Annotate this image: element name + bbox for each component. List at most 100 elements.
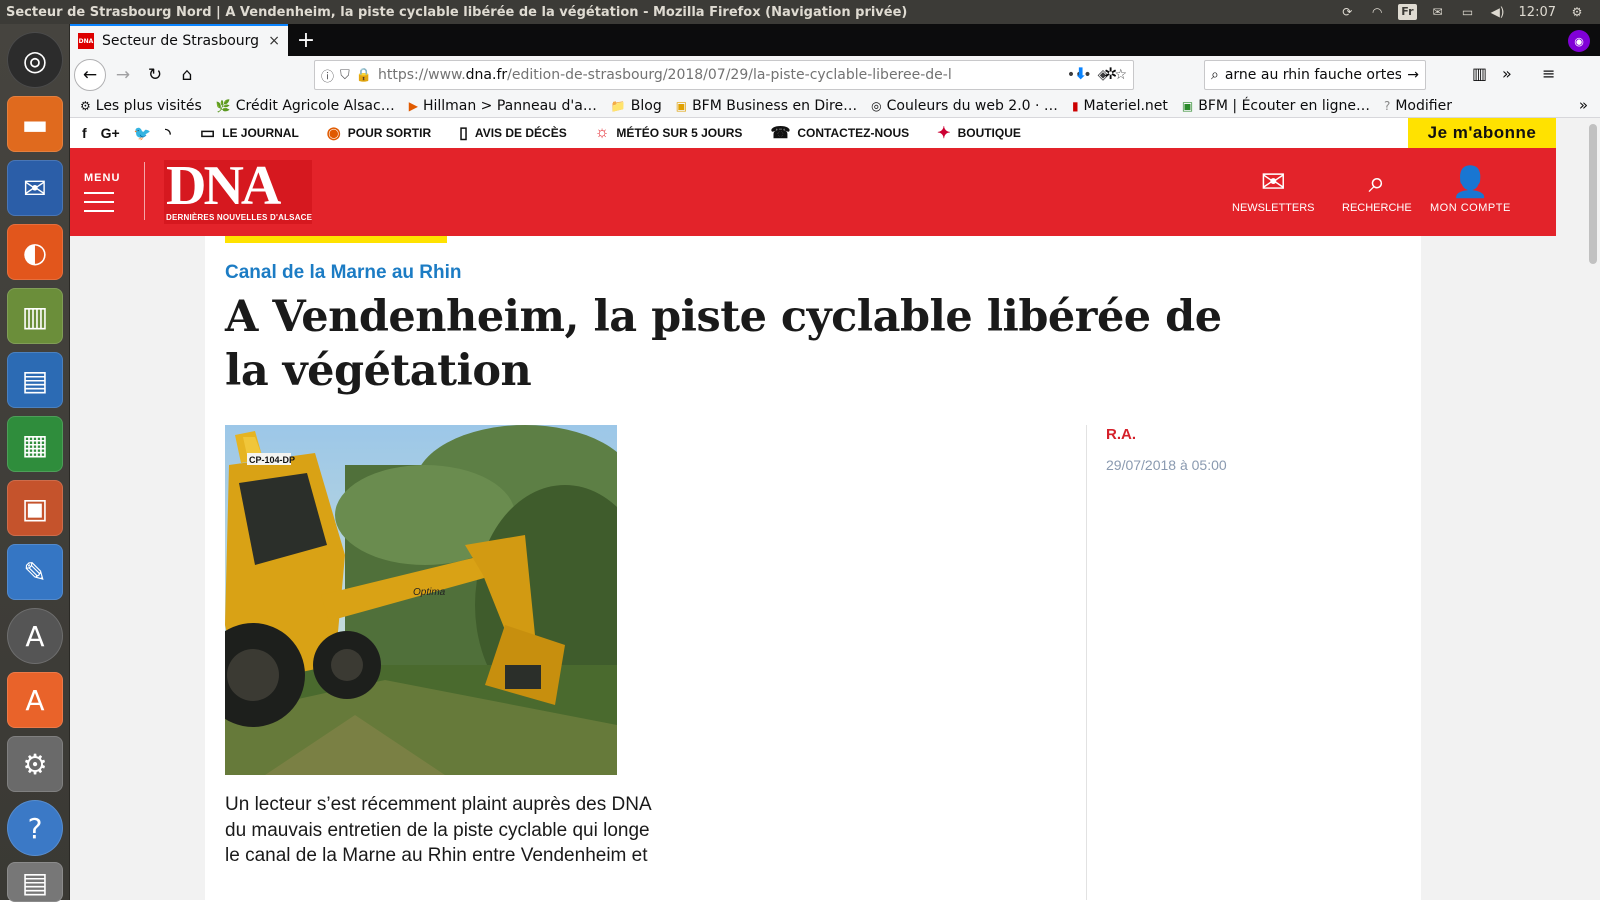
search-icon: ⌕ [1211, 67, 1219, 83]
search-input[interactable]: arne au rhin fauche ortes [1225, 67, 1401, 83]
dna-logo[interactable]: DNA DERNIÈRES NOUVELLES D'ALSACE [164, 155, 312, 224]
hamburger-icon [84, 192, 124, 212]
page-viewport: f G+ 🐦 ◝ ▭ LE JOURNAL ◉ POUR SORTIR ▯ AVIS … [70, 118, 1600, 900]
libreoffice-impress-icon[interactable]: ▣ [7, 480, 63, 536]
article-headline: A Vendenheim, la piste cyclable libérée … [225, 292, 1222, 396]
scrollbar-thumb[interactable] [1589, 124, 1597, 264]
bookmark-item[interactable]: ▶ Hillman > Panneau d'a… [409, 98, 597, 114]
url-bar[interactable]: ⓘ ⛉ 🔒 https://www.dna.fr/edition-de-stra… [314, 60, 1134, 90]
article-lead: Un lecteur s’est récemment plaint auprès… [225, 794, 651, 866]
question-icon: ? [1383, 98, 1391, 113]
util-link-contact[interactable]: ☎ CONTACTEZ-NOUS [770, 123, 909, 143]
facebook-icon[interactable]: f [82, 125, 87, 141]
shop-icon: ✦ [937, 125, 951, 142]
home-button[interactable]: ⌂ [172, 60, 202, 90]
menu-button[interactable]: MENU [84, 172, 124, 219]
lock-icon[interactable]: 🔒 [356, 68, 372, 83]
dna-favicon-icon: DNA [78, 33, 94, 49]
mower-tractor-illustration: CP-104-DP Optima [225, 425, 617, 775]
article-photo[interactable]: CP-104-DP Optima [225, 425, 617, 775]
page-scrollbar[interactable] [1586, 118, 1600, 900]
forward-button[interactable]: → [108, 60, 138, 90]
bookmark-item[interactable]: ⚙ Les plus visités [80, 98, 202, 114]
bookmark-item[interactable]: ? Modifier [1384, 98, 1452, 114]
wifi-icon[interactable]: ◠ [1368, 4, 1386, 20]
byline-divider [1086, 425, 1087, 900]
info-icon[interactable]: ⓘ [321, 66, 334, 85]
ubuntu-dash-icon[interactable]: ◎ [7, 32, 63, 88]
bookmark-item[interactable]: ▮ Materiel.net [1072, 98, 1168, 114]
help-icon[interactable]: ? [7, 800, 63, 856]
bookmark-item[interactable]: 🌿 Crédit Agricole Alsac… [216, 98, 395, 114]
bfm-radio-icon: ▣ [1181, 98, 1194, 113]
bookmarks-overflow-icon[interactable]: » [1579, 96, 1588, 114]
keyboard-layout-indicator[interactable]: Fr [1398, 4, 1417, 20]
menu-label: MENU [84, 172, 121, 184]
account-button[interactable]: 👤 MON COMPTE [1430, 164, 1511, 214]
search-bar[interactable]: ⌕ arne au rhin fauche ortes → [1204, 60, 1426, 90]
util-link-boutique[interactable]: ✦ BOUTIQUE [937, 123, 1021, 143]
twitter-icon[interactable]: 🐦 [134, 125, 151, 142]
search-button[interactable]: ⌕ RECHERCHE [1342, 164, 1412, 214]
tab-label: Secteur de Strasbourg N [102, 33, 261, 49]
site-utility-bar: f G+ 🐦 ◝ ▭ LE JOURNAL ◉ POUR SORTIR ▯ AVIS … [70, 118, 1556, 148]
search-go-icon[interactable]: → [1407, 67, 1419, 83]
site-masthead: MENU DNA DERNIÈRES NOUVELLES D'ALSACE ✉ … [70, 148, 1556, 236]
util-link-meteo[interactable]: ☼ MÉTÉO SUR 5 JOURS [595, 124, 743, 142]
system-top-panel: Secteur de Strasbourg Nord | A Vendenhei… [0, 0, 1600, 24]
reload-button[interactable]: ↻ [140, 60, 170, 90]
bookmark-item[interactable]: 📁 Blog [611, 98, 662, 114]
util-link-journal[interactable]: ▭ LE JOURNAL [200, 123, 299, 143]
libreoffice-calc-icon[interactable]: ▦ [7, 416, 63, 472]
util-link-sortir[interactable]: ◉ POUR SORTIR [327, 123, 431, 143]
clock[interactable]: 12:07 [1519, 5, 1556, 20]
article-date: 29/07/2018 à 05:00 [1106, 457, 1227, 473]
mail-icon[interactable]: ✉ [1429, 4, 1447, 20]
article-container: Canal de la Marne au Rhin A Vendenheim, … [205, 236, 1421, 900]
overflow-menu-icon[interactable]: » [1502, 64, 1512, 83]
libreoffice-writer-icon[interactable]: ▤ [7, 352, 63, 408]
tab-close-icon[interactable]: × [268, 33, 280, 49]
gear-icon: ⚙ [80, 98, 91, 113]
new-tab-button[interactable]: + [288, 24, 324, 56]
article-rubric[interactable]: Canal de la Marne au Rhin [225, 262, 462, 284]
sync-icon[interactable]: ⟳ [1338, 4, 1356, 20]
masthead-divider [144, 162, 145, 220]
bookmark-item[interactable]: ▣ BFM Business en Dire… [676, 98, 857, 114]
back-button[interactable]: ← [74, 59, 106, 91]
volume-icon[interactable]: ◀) [1489, 4, 1507, 20]
disk-icon[interactable]: ▤ [7, 862, 63, 902]
article-author[interactable]: R.A. [1106, 426, 1136, 443]
downloads-icon[interactable]: ⬇ [1074, 64, 1087, 83]
tab-active[interactable]: DNA Secteur de Strasbourg N × [70, 24, 288, 56]
finance-app-icon[interactable]: ▥ [7, 288, 63, 344]
phone-icon: ☎ [770, 125, 791, 142]
newsletters-button[interactable]: ✉ NEWSLETTERS [1232, 164, 1315, 214]
launcher: ◎ ▬ ✉ ◐ ▥ ▤ ▦ ▣ ✎ A A ⚙ ? ▤ [0, 24, 70, 902]
sortir-icon: ◉ [326, 125, 341, 142]
power-gear-icon[interactable]: ⚙ [1568, 4, 1586, 20]
rss-icon[interactable]: ◝ [165, 125, 170, 142]
files-icon[interactable]: ▬ [7, 96, 63, 152]
text-editor-icon[interactable]: ✎ [7, 544, 63, 600]
util-link-avis-deces[interactable]: ▯ AVIS DE DÉCÈS [459, 123, 567, 143]
sidebar-toggle-icon[interactable]: ▥ [1472, 64, 1487, 83]
battery-icon[interactable]: ▭ [1459, 4, 1477, 20]
tracking-shield-icon[interactable]: ⛉ [340, 68, 350, 83]
hamburger-menu-icon[interactable]: ≡ [1542, 64, 1555, 83]
weather-icon: ☼ [594, 124, 610, 141]
logo-text: DNA [166, 155, 281, 217]
bookmark-item[interactable]: ▣ BFM | Écouter en ligne… [1182, 98, 1370, 114]
bookmark-item[interactable]: ◎ Couleurs du web 2.0 · … [871, 98, 1058, 114]
firefox-icon[interactable]: ◐ [7, 224, 63, 280]
url-text[interactable]: https://www.dna.fr/edition-de-strasbourg… [378, 67, 1061, 83]
social-links: f G+ 🐦 ◝ [70, 125, 200, 142]
google-plus-icon[interactable]: G+ [101, 125, 120, 141]
thunderbird-icon[interactable]: ✉ [7, 160, 63, 216]
subscribe-button[interactable]: Je m'abonne [1408, 118, 1556, 148]
software-updater-icon[interactable]: A [7, 608, 63, 664]
ubuntu-software-icon[interactable]: A [7, 672, 63, 728]
extension-gear-icon[interactable]: ✲ [1104, 64, 1117, 83]
hillman-icon: ▶ [408, 98, 418, 113]
system-settings-icon[interactable]: ⚙ [7, 736, 63, 792]
